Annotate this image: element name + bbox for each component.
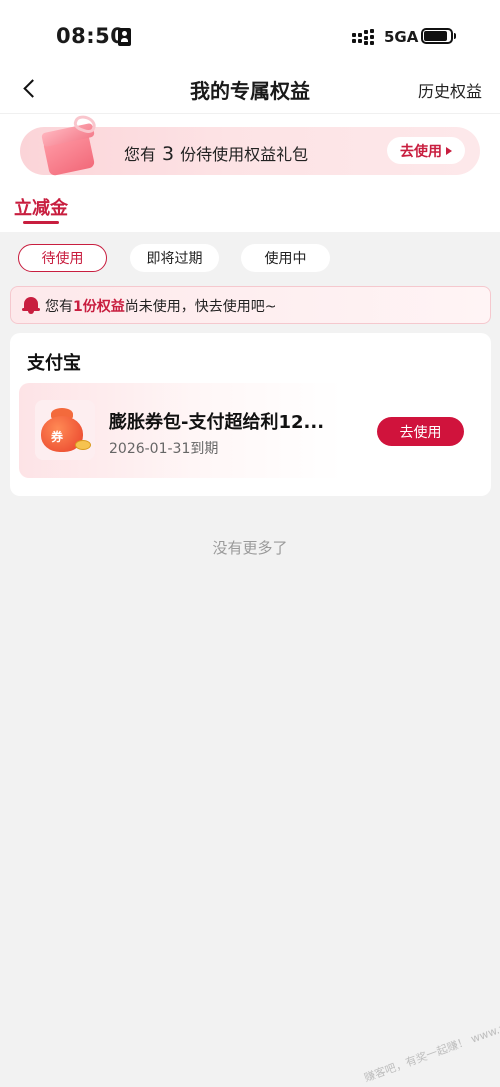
filter-chip-pending[interactable]: 待使用 <box>18 244 107 272</box>
tab-underline <box>23 221 59 224</box>
item-expire-date: 2026-01-31到期 <box>109 441 219 457</box>
status-bar: 08:50 5GA <box>0 0 500 70</box>
network-type: 5GA <box>384 28 419 46</box>
filter-chip-expiring[interactable]: 即将过期 <box>130 244 219 272</box>
item-use-button[interactable]: 去使用 <box>377 417 464 446</box>
id-card-icon <box>118 28 131 46</box>
banner-use-label: 去使用 <box>400 143 442 160</box>
coupon-bag-icon: 券 <box>39 406 91 454</box>
play-arrow-icon <box>446 146 452 155</box>
notice-highlight: 1份权益 <box>73 299 125 315</box>
watermark: 赚客吧，有奖一起赚！ www.zuanke8.com <box>362 998 500 1085</box>
filter-chip-in-use[interactable]: 使用中 <box>241 244 330 272</box>
no-more-text: 没有更多了 <box>212 539 288 557</box>
coupon-bag-label: 券 <box>51 430 64 444</box>
gift-box-icon <box>34 112 104 177</box>
banner-suffix: 份待使用权益礼包 <box>180 145 309 164</box>
banner-count: 3 <box>162 143 175 165</box>
item-name: 膨胀券包-支付超给利12... <box>109 412 325 433</box>
notice-text: 您有1份权益尚未使用，快去使用吧~ <box>45 296 276 316</box>
banner-prefix: 您有 <box>124 145 157 164</box>
status-time: 08:50 <box>56 24 126 48</box>
bell-icon <box>22 297 40 314</box>
banner-text: 您有 3 份待使用权益礼包 <box>124 141 308 165</box>
banner-use-button[interactable]: 去使用 <box>387 137 465 164</box>
signal-icon <box>352 29 378 45</box>
tab-instant-discount[interactable]: 立减金 <box>14 194 68 220</box>
notice-suffix: 尚未使用，快去使用吧~ <box>124 299 277 315</box>
history-benefits-link[interactable]: 历史权益 <box>418 78 482 102</box>
card-title: 支付宝 <box>27 353 81 374</box>
battery-icon <box>421 28 456 44</box>
notice-prefix: 您有 <box>45 299 73 315</box>
